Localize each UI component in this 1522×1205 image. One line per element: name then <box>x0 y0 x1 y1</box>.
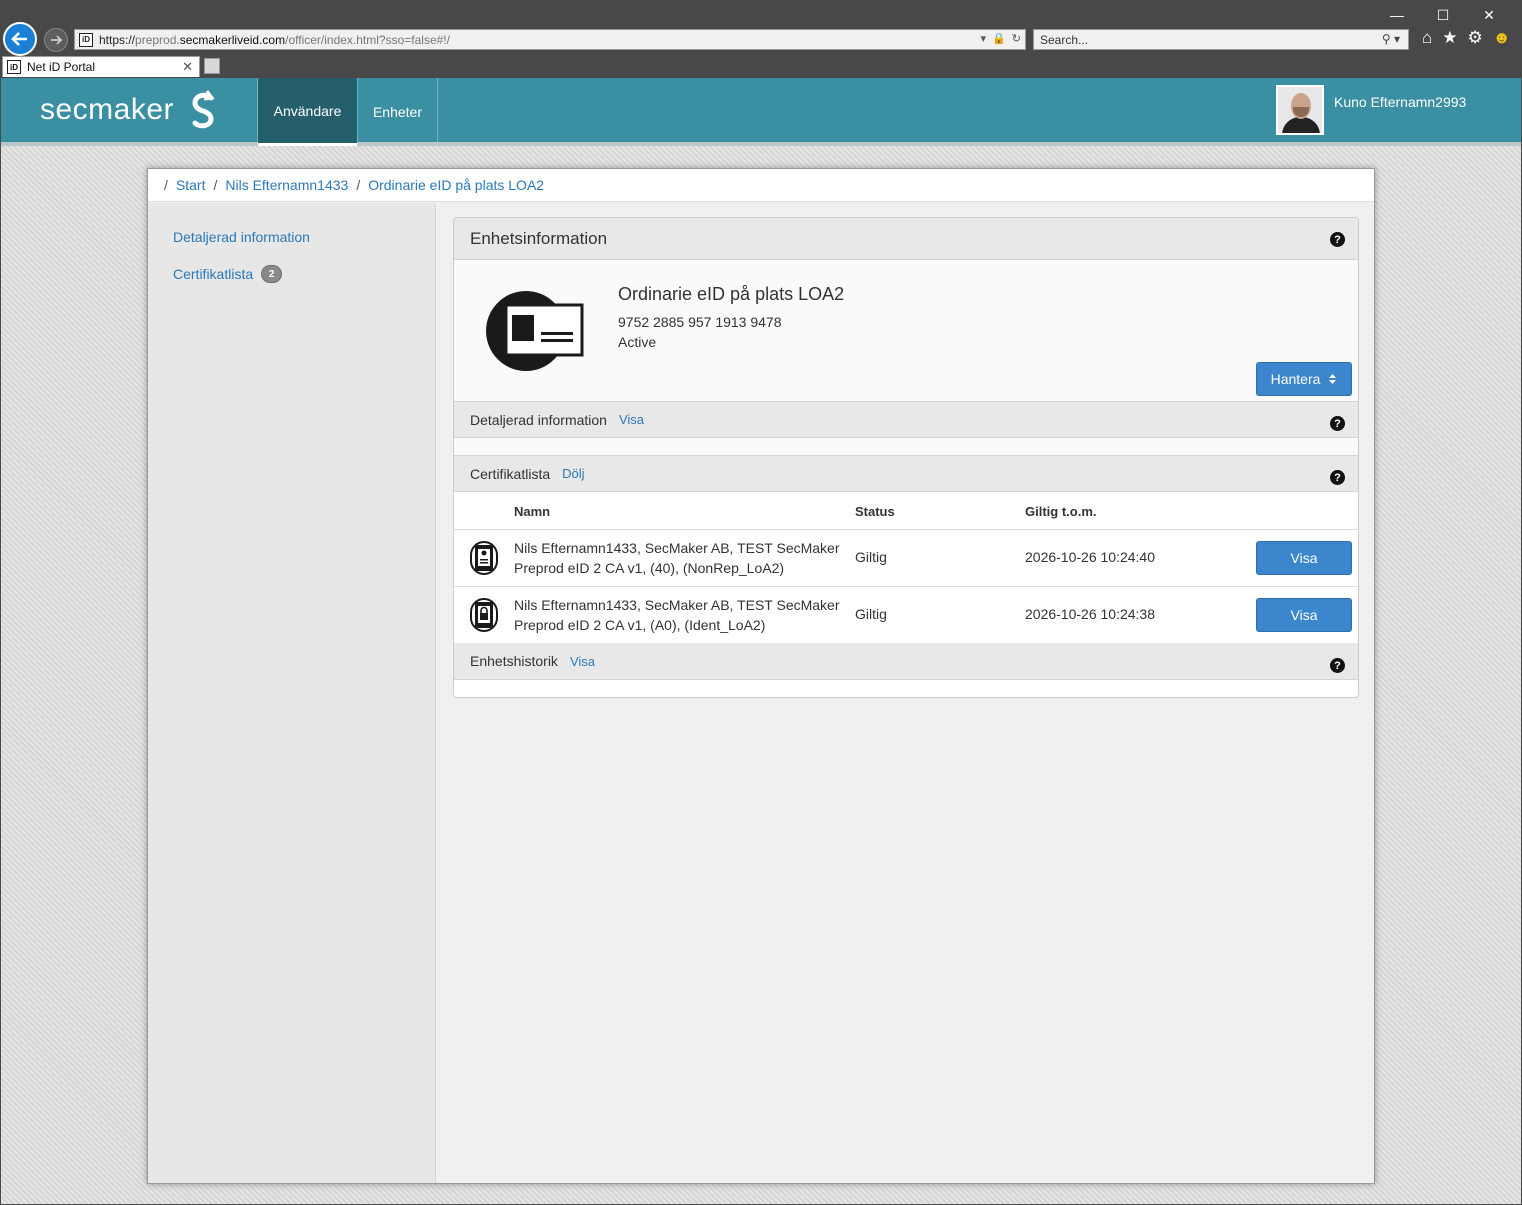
user-name: Kuno Efternamn2993 <box>1334 94 1467 110</box>
device-summary: Ordinarie eID på plats LOA2 9752 2885 95… <box>454 260 1358 402</box>
address-bar[interactable]: iD https://preprod. secmakerliveid.com/of… <box>74 29 1026 50</box>
home-icon[interactable]: ⌂ <box>1422 28 1432 48</box>
detailed-info-section: Detaljerad information Visa <box>454 401 1358 438</box>
secmaker-logo[interactable]: secmaker <box>40 90 220 130</box>
breadcrumb-user[interactable]: Nils Efternamn1433 <box>225 177 348 193</box>
device-history-section: Enhetshistorik Visa <box>454 643 1358 680</box>
cert-status: Giltig <box>855 606 887 622</box>
table-row: Nils Efternamn1433, SecMaker AB, TEST Se… <box>454 587 1358 644</box>
avatar[interactable] <box>1276 85 1324 135</box>
search-placeholder: Search... <box>1040 33 1089 47</box>
visa-label: Visa <box>1290 550 1318 566</box>
device-history-visa-link[interactable]: Visa <box>570 654 595 669</box>
sidebar: Detaljerad information Certifikatlista 2 <box>148 203 436 1183</box>
url-prefix: https:// <box>99 32 136 47</box>
sidebar-item-label: Detaljerad information <box>173 229 310 245</box>
help-icon[interactable]: ? <box>1330 232 1345 247</box>
table-row: Nils Efternamn1433, SecMaker AB, TEST Se… <box>454 530 1358 587</box>
main-card: / Start / Nils Efternamn1433 / Ordinarie… <box>147 168 1375 1184</box>
cert-name-line1: Nils Efternamn1433, SecMaker AB, TEST Se… <box>514 597 840 613</box>
forward-button[interactable] <box>44 28 68 52</box>
device-serial: 9752 2885 957 1913 9478 <box>618 314 782 330</box>
address-tools: ▾ 🔒 ↻ <box>981 32 1021 45</box>
device-name: Ordinarie eID på plats LOA2 <box>618 284 845 304</box>
sidebar-item-label: Certifikatlista <box>173 266 254 282</box>
cert-valid-to: 2026-10-26 10:24:40 <box>1025 549 1155 565</box>
cert-name-line2: Preprod eID 2 CA v1, (40), (NonRep_LoA2) <box>514 560 785 576</box>
secmaker-logo-icon <box>192 90 215 129</box>
column-header-valid-to: Giltig t.o.m. <box>1025 504 1097 519</box>
visa-certificate-button[interactable]: Visa <box>1256 541 1352 575</box>
url-host: secmakerliveid.com <box>179 32 286 47</box>
sidebar-item-detailed-info[interactable]: Detaljerad information <box>173 229 310 245</box>
maximize-icon[interactable]: ☐ <box>1420 4 1466 26</box>
close-window-icon[interactable]: ✕ <box>1466 4 1512 26</box>
url-path: /officer/index.html?sso=false#!/ <box>285 32 450 47</box>
help-icon[interactable]: ? <box>1330 470 1345 485</box>
signing-certificate-icon <box>470 541 498 575</box>
tab-favicon-icon: iD <box>7 60 21 74</box>
feedback-smiley-icon[interactable]: ☻ <box>1493 28 1511 48</box>
back-arrow-icon <box>11 32 27 46</box>
minimize-icon[interactable]: — <box>1374 4 1420 26</box>
breadcrumb-start[interactable]: Start <box>176 177 206 193</box>
nav-separator <box>437 78 438 142</box>
favorites-star-icon[interactable]: ★ <box>1442 28 1457 48</box>
column-header-name: Namn <box>514 504 551 519</box>
sort-caret-icon <box>1329 374 1337 384</box>
dropdown-icon[interactable]: ▾ <box>981 32 987 45</box>
logo-text: secmaker <box>40 93 175 126</box>
back-button[interactable] <box>3 22 37 56</box>
visa-label: Visa <box>1290 607 1318 623</box>
visa-certificate-button[interactable]: Visa <box>1256 598 1352 632</box>
cert-valid-to: 2026-10-26 10:24:38 <box>1025 606 1155 622</box>
detailed-info-visa-link[interactable]: Visa <box>619 412 644 427</box>
count-badge: 2 <box>261 265 283 283</box>
panel-title: Enhetsinformation <box>454 218 1358 260</box>
url-subdomain: preprod. <box>135 32 180 47</box>
sidebar-item-certificate-list[interactable]: Certifikatlista 2 <box>173 265 283 283</box>
certificate-table-header: Namn Status Giltig t.o.m. <box>454 493 1358 530</box>
lock-icon[interactable]: 🔒 <box>992 32 1006 45</box>
panel-title-text: Enhetsinformation <box>470 228 608 248</box>
device-status: Active <box>618 334 657 350</box>
forward-arrow-icon <box>51 35 63 45</box>
tab-close-icon[interactable]: ✕ <box>182 59 193 75</box>
section-label: Certifikatlista <box>470 465 551 482</box>
auth-certificate-icon <box>470 598 498 632</box>
cert-name-line2: Preprod eID 2 CA v1, (A0), (Ident_LoA2) <box>514 617 766 633</box>
certificate-list-section: Certifikatlista Dölj <box>454 455 1358 492</box>
help-icon[interactable]: ? <box>1330 416 1345 431</box>
smart-card-icon <box>486 291 584 371</box>
breadcrumb: / Start / Nils Efternamn1433 / Ordinarie… <box>148 169 1374 202</box>
refresh-icon[interactable]: ↻ <box>1012 32 1021 45</box>
cert-status: Giltig <box>855 549 887 565</box>
certificate-list-dolj-link[interactable]: Dölj <box>562 466 584 481</box>
section-spacer <box>454 680 1358 697</box>
device-info-panel: Enhetsinformation ? Ordinarie eID på pla… <box>453 217 1359 698</box>
cert-name-line1: Nils Efternamn1433, SecMaker AB, TEST Se… <box>514 540 840 556</box>
section-label: Enhetshistorik <box>470 653 558 669</box>
browser-search-input[interactable]: Search... ⚲ ▾ <box>1033 29 1409 50</box>
settings-gear-icon[interactable]: ⚙ <box>1468 28 1483 48</box>
column-header-status: Status <box>855 504 895 519</box>
section-spacer <box>454 438 1358 455</box>
nav-tab-enheter[interactable]: Enheter <box>358 78 437 146</box>
site-favicon-icon: iD <box>79 32 93 47</box>
help-icon[interactable]: ? <box>1330 658 1345 673</box>
tab-title: Net iD Portal <box>27 60 96 74</box>
window-controls: — ☐ ✕ <box>1374 4 1512 26</box>
hantera-label: Hantera <box>1270 371 1321 387</box>
breadcrumb-device[interactable]: Ordinarie eID på plats LOA2 <box>368 177 544 193</box>
search-icon[interactable]: ⚲ ▾ <box>1382 32 1400 46</box>
browser-toolbar: ⌂ ★ ⚙ ☻ <box>1422 28 1511 48</box>
browser-tab[interactable]: iD Net iD Portal ✕ <box>2 56 200 77</box>
user-menu[interactable]: Kuno Efternamn2993 <box>1276 85 1466 135</box>
nav-tab-anvandare[interactable]: Användare <box>258 78 357 146</box>
hantera-button[interactable]: Hantera <box>1256 362 1352 396</box>
new-tab-button[interactable] <box>204 58 220 74</box>
section-label: Detaljerad information <box>470 411 607 428</box>
